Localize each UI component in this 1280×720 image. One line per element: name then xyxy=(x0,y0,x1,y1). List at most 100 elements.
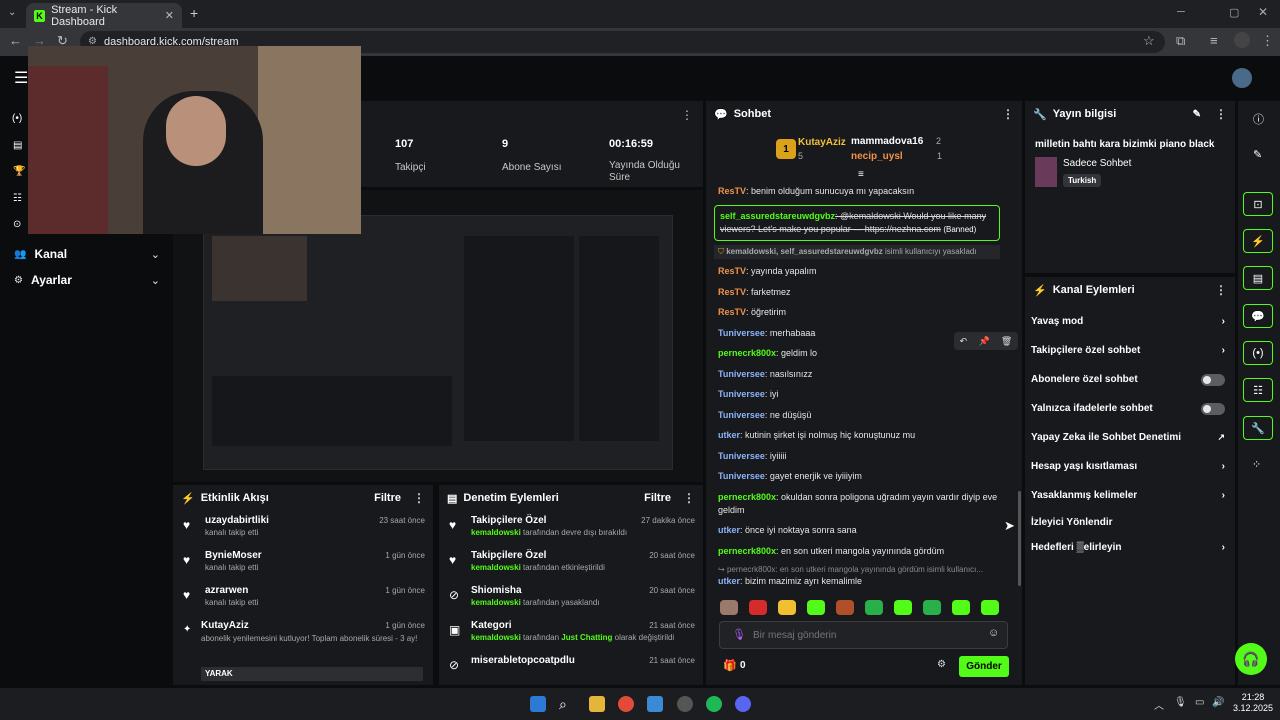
chat-user[interactable]: pernecrk800x xyxy=(718,348,776,358)
chrome-icon[interactable] xyxy=(618,696,634,712)
action-followers-only[interactable]: Takipçilere özel sohbet › xyxy=(1025,336,1235,365)
leader-first-name[interactable]: KutayAziz xyxy=(798,137,846,148)
action-ai-moderation[interactable]: Yapay Zeka ile Sohbet Denetimi ↗ xyxy=(1025,423,1235,452)
browser-menu-icon[interactable]: ⋮ xyxy=(1261,33,1274,49)
trophy-icon[interactable]: 🏆 xyxy=(13,166,25,177)
new-tab-icon[interactable]: + xyxy=(190,5,198,21)
action-banned-words[interactable]: Yasaklanmış kelimeler › xyxy=(1025,481,1235,510)
toggle-switch[interactable] xyxy=(1201,373,1225,386)
reply-icon[interactable]: ↶ xyxy=(960,336,968,347)
document-icon[interactable]: ▤ xyxy=(1243,266,1273,290)
microphone-icon[interactable]: 🎙 xyxy=(732,628,746,641)
emote-icon[interactable] xyxy=(749,600,767,615)
activity-filter-button[interactable]: Filtre xyxy=(374,492,401,504)
pin-icon[interactable]: 📌 xyxy=(978,336,989,347)
browser-tab[interactable]: K Stream - Kick Dashboard ✕ xyxy=(26,3,182,28)
emote-icon[interactable] xyxy=(720,600,738,615)
emote-icon[interactable] xyxy=(778,600,796,615)
maximize-icon[interactable]: ▢ xyxy=(1229,6,1239,19)
action-subscribers-only[interactable]: Abonelere özel sohbet xyxy=(1025,365,1235,394)
chat-user[interactable]: Tuniversee xyxy=(718,328,765,338)
emote-icon[interactable] xyxy=(923,600,941,615)
chat-input-box[interactable]: 🎙 ☺ xyxy=(719,621,1008,649)
sidebar-item-kanal[interactable]: 👥 Kanal ⌄ xyxy=(14,246,160,262)
wrench-icon[interactable]: 🔧 xyxy=(1243,416,1273,440)
analytics-icon[interactable]: ▤ xyxy=(13,140,22,151)
chat-user[interactable]: ResTV xyxy=(718,307,746,317)
volume-icon[interactable]: 🔊 xyxy=(1212,697,1224,708)
photos-icon[interactable] xyxy=(647,696,663,712)
close-tab-icon[interactable]: ✕ xyxy=(165,9,174,22)
emote-icon[interactable] xyxy=(894,600,912,615)
emote-icon[interactable] xyxy=(952,600,970,615)
tab-list-icon[interactable]: ⌄ xyxy=(8,7,16,18)
chat-user[interactable]: ResTV xyxy=(718,186,746,196)
collapse-icon[interactable]: ≡ xyxy=(858,169,864,180)
category-name[interactable]: Sadece Sohbet xyxy=(1063,158,1131,169)
capture-icon[interactable]: ⊡ xyxy=(1243,192,1273,216)
discord-icon[interactable] xyxy=(735,696,751,712)
bookmark-star-icon[interactable]: ☆ xyxy=(1143,33,1155,49)
chat-user[interactable]: Tuniversee xyxy=(718,369,765,379)
sidebar-item-ayarlar[interactable]: ⚙ Ayarlar ⌄ xyxy=(14,272,160,288)
obs-icon[interactable] xyxy=(677,696,693,712)
stream-info-menu-icon[interactable]: ⋮ xyxy=(1215,107,1227,121)
chat-user[interactable]: self_assuredstareuwdgvbz xyxy=(720,211,835,221)
leader-third-name[interactable]: necip_uysl xyxy=(851,151,903,162)
stats-menu-icon[interactable]: ⋮ xyxy=(681,108,693,122)
extensions-icon[interactable]: ⧉ xyxy=(1176,33,1185,49)
chat-user[interactable]: pernecrk800x xyxy=(718,492,776,502)
spotify-icon[interactable] xyxy=(706,696,722,712)
pencil-icon[interactable]: ✎ xyxy=(1253,148,1262,161)
creator-icon[interactable]: ⊙ xyxy=(13,219,21,230)
chat-settings-icon[interactable]: ⚙ xyxy=(937,659,946,670)
windows-start-icon[interactable] xyxy=(530,696,546,712)
chat-scrollbar[interactable] xyxy=(1018,491,1021,586)
leader-second-name[interactable]: mammadova16 xyxy=(851,136,923,147)
chat-user[interactable]: utker xyxy=(718,430,740,440)
action-raid[interactable]: İzleyici Yönlendir xyxy=(1025,510,1235,534)
broadcast-icon[interactable]: (•) xyxy=(1243,341,1273,365)
layout-icon[interactable]: ☷ xyxy=(1243,378,1273,402)
emote-icon[interactable] xyxy=(981,600,999,615)
file-explorer-icon[interactable] xyxy=(589,696,605,712)
search-icon[interactable]: ⌕ xyxy=(559,696,575,712)
chat-user[interactable]: pernecrk800x xyxy=(718,546,776,556)
clock[interactable]: 21:28 3.12.2025 xyxy=(1230,692,1276,714)
activity-menu-icon[interactable]: ⋮ xyxy=(413,491,425,505)
emote-icon[interactable] xyxy=(807,600,825,615)
chat-user[interactable]: utker xyxy=(718,525,740,535)
chat-user[interactable]: ResTV xyxy=(718,266,746,276)
action-emotes-only[interactable]: Yalnızca ifadelerle sohbet xyxy=(1025,394,1235,423)
tray-overflow-icon[interactable]: ︿ xyxy=(1154,697,1164,712)
action-slow-mode[interactable]: Yavaş mod › xyxy=(1025,307,1235,336)
reading-list-icon[interactable]: ≡ xyxy=(1210,33,1218,48)
channel-actions-menu-icon[interactable]: ⋮ xyxy=(1215,283,1227,297)
emote-icon[interactable] xyxy=(865,600,883,615)
chat-icon[interactable]: 💬 xyxy=(1243,304,1273,328)
chat-message-input[interactable] xyxy=(753,626,973,644)
back-icon[interactable]: ← xyxy=(9,33,22,48)
send-button[interactable]: Gönder xyxy=(959,656,1009,677)
trash-icon[interactable]: 🗑 xyxy=(1001,336,1012,347)
chat-user[interactable]: Tuniversee xyxy=(718,471,765,481)
microphone-tray-icon[interactable]: 🎙 xyxy=(1174,697,1187,708)
profile-avatar[interactable] xyxy=(1234,32,1250,48)
mod-filter-button[interactable]: Filtre xyxy=(644,492,671,504)
gift-icon[interactable]: 🎁 xyxy=(723,659,737,672)
action-account-age[interactable]: Hesap yaşı kısıtlaması › xyxy=(1025,452,1235,481)
chat-user[interactable]: ResTV xyxy=(718,287,746,297)
mod-menu-icon[interactable]: ⋮ xyxy=(683,491,695,505)
support-headset-icon[interactable]: 🎧 xyxy=(1235,643,1267,675)
chat-user[interactable]: Tuniversee xyxy=(718,410,765,420)
action-goals[interactable]: Hedefleri ▒elirleyin › xyxy=(1025,534,1235,560)
minimize-icon[interactable]: ─ xyxy=(1177,6,1185,18)
bolt-icon[interactable]: ⚡ xyxy=(1243,229,1273,253)
chat-user[interactable]: utker xyxy=(718,576,740,586)
moderation-icon[interactable]: ☷ xyxy=(13,193,22,204)
hamburger-icon[interactable]: ☰ xyxy=(14,68,28,88)
network-icon[interactable]: ▭ xyxy=(1195,697,1204,708)
chat-user[interactable]: Tuniversee xyxy=(718,389,765,399)
stream-icon[interactable]: (•) xyxy=(12,113,22,124)
close-window-icon[interactable]: ✕ xyxy=(1258,5,1268,19)
